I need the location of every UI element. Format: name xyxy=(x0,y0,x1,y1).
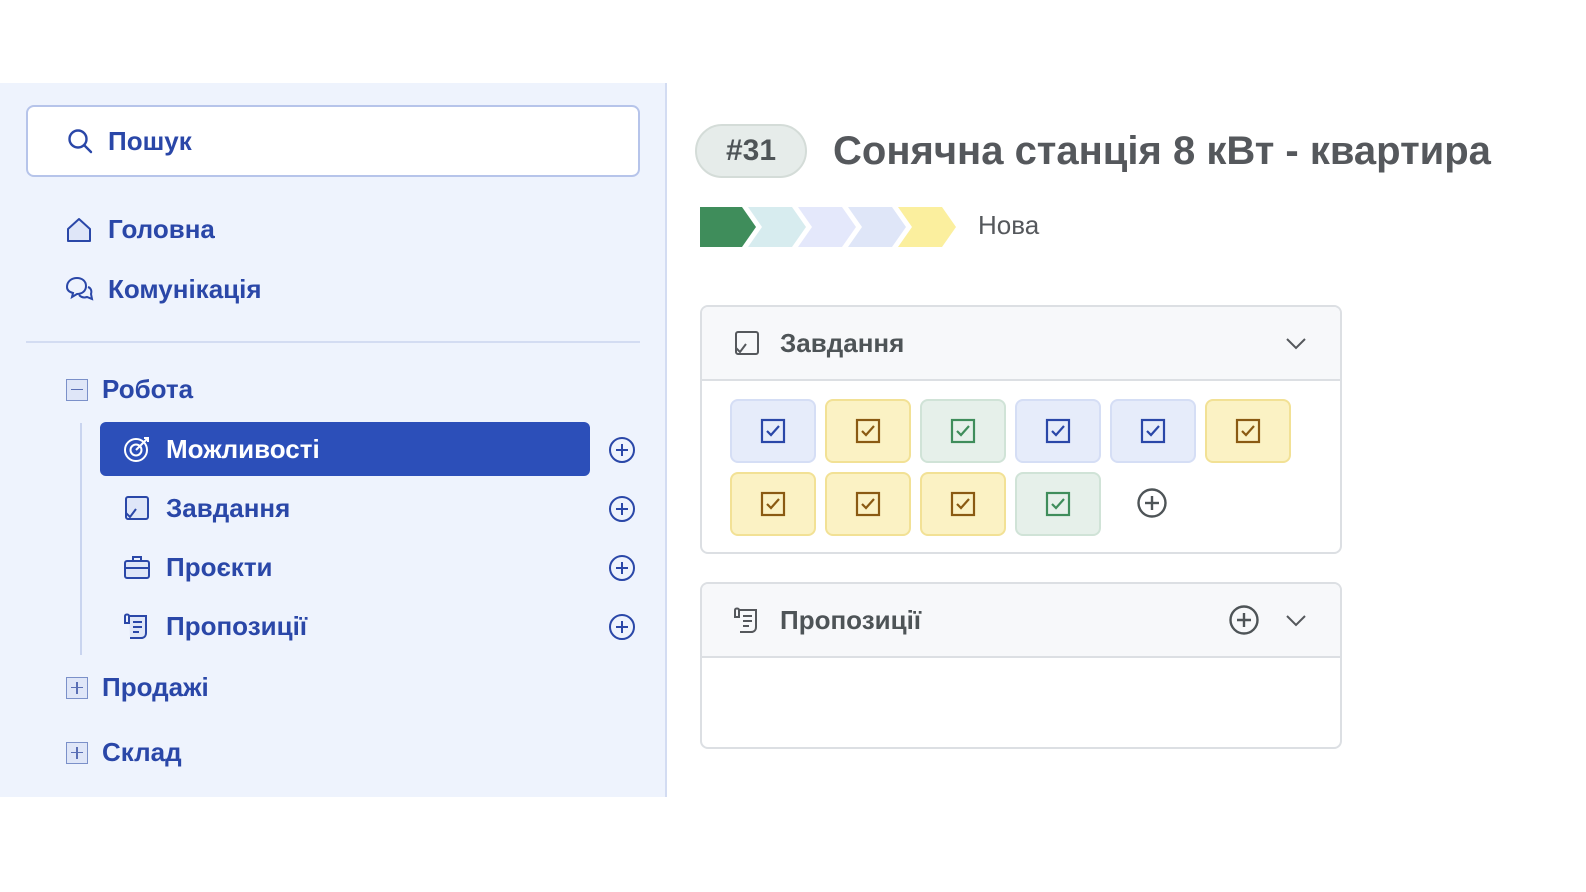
sidebar: Пошук Головна Комунікація Робота Можливо… xyxy=(0,83,667,797)
checkbox-icon xyxy=(950,418,976,444)
task-tile[interactable] xyxy=(1110,399,1196,463)
home-icon xyxy=(67,217,91,242)
pipeline-stages xyxy=(700,207,956,247)
checkbox-icon xyxy=(1045,491,1071,517)
scroll-icon xyxy=(124,613,147,639)
sidebar-item-tasks[interactable]: Завдання xyxy=(100,481,590,535)
task-tile[interactable] xyxy=(730,472,816,536)
checkbox-icon xyxy=(950,491,976,517)
sidebar-item-label: Пропозиції xyxy=(166,610,308,641)
pipeline-stage[interactable] xyxy=(898,207,956,247)
sidebar-item-label: Можливості xyxy=(166,433,320,464)
sidebar-item-opportunities[interactable]: Можливості xyxy=(100,422,590,476)
chevron-down-icon[interactable] xyxy=(1284,331,1308,355)
target-icon xyxy=(124,437,149,462)
task-tile[interactable] xyxy=(1015,399,1101,463)
sidebar-item-projects[interactable]: Проєкти xyxy=(100,540,590,594)
search-placeholder: Пошук xyxy=(108,125,192,156)
add-proposal-panel-button[interactable] xyxy=(1228,604,1260,636)
add-opportunity-button[interactable] xyxy=(608,436,636,464)
checkbox-icon xyxy=(760,418,786,444)
checkbox-icon xyxy=(1045,418,1071,444)
nav-item-home[interactable]: Головна xyxy=(64,214,215,245)
add-project-button[interactable] xyxy=(608,554,636,582)
collapse-icon xyxy=(66,378,88,401)
task-icon xyxy=(125,496,149,520)
task-tiles xyxy=(702,381,1340,552)
record-id-badge: #31 xyxy=(695,124,807,178)
sidebar-item-label: Завдання xyxy=(166,492,291,523)
tasks-panel-header[interactable]: Завдання xyxy=(702,307,1340,381)
task-tile[interactable] xyxy=(1205,399,1291,463)
sidebar-item-proposals[interactable]: Пропозиції xyxy=(100,599,590,653)
panel-title: Завдання xyxy=(780,327,905,358)
chevron-down-icon[interactable] xyxy=(1284,608,1308,632)
task-tile[interactable] xyxy=(1015,472,1101,536)
expand-icon xyxy=(66,741,88,764)
expand-icon xyxy=(66,676,88,699)
add-proposal-button[interactable] xyxy=(608,613,636,641)
add-task-button[interactable] xyxy=(608,495,636,523)
pipeline-stage[interactable] xyxy=(848,207,906,247)
chat-icon xyxy=(65,276,94,301)
nav-item-label: Комунікація xyxy=(108,274,262,304)
sidebar-item-label: Проєкти xyxy=(166,551,273,582)
checkbox-icon xyxy=(855,491,881,517)
checkbox-icon xyxy=(760,491,786,517)
search-input[interactable]: Пошук xyxy=(26,105,640,177)
checkbox-icon xyxy=(855,418,881,444)
pipeline-stage[interactable] xyxy=(748,207,806,247)
task-tile[interactable] xyxy=(825,399,911,463)
task-icon xyxy=(735,331,759,355)
search-icon xyxy=(68,129,93,154)
stage-label: Нова xyxy=(978,210,1040,240)
pipeline-stage[interactable] xyxy=(798,207,856,247)
briefcase-icon xyxy=(124,556,150,579)
task-tile[interactable] xyxy=(920,399,1006,463)
sidebar-divider xyxy=(26,341,640,343)
task-tile[interactable] xyxy=(920,472,1006,536)
checkbox-icon xyxy=(1140,418,1166,444)
proposals-panel-body xyxy=(702,658,1340,747)
group-label: Склад xyxy=(102,737,182,767)
proposals-panel-header[interactable]: Пропозиції xyxy=(702,584,1340,658)
group-warehouse[interactable]: Склад xyxy=(66,737,182,768)
task-tile[interactable] xyxy=(825,472,911,536)
group-label: Продажі xyxy=(102,672,209,702)
scroll-icon xyxy=(734,607,757,633)
checkbox-icon xyxy=(1235,418,1261,444)
task-tile[interactable] xyxy=(730,399,816,463)
page-title: Сонячна станція 8 кВт - квартира xyxy=(833,129,1491,173)
group-sales[interactable]: Продажі xyxy=(66,672,209,703)
nav-item-label: Головна xyxy=(108,214,215,244)
tasks-panel: Завдання xyxy=(700,305,1342,554)
proposals-panel: Пропозиції xyxy=(700,582,1342,749)
pipeline-stage[interactable] xyxy=(700,207,756,247)
group-label: Робота xyxy=(102,374,194,404)
group-work[interactable]: Робота xyxy=(66,374,193,405)
tree-line xyxy=(80,423,82,655)
add-task-tile-button[interactable] xyxy=(1136,487,1168,519)
nav-item-communication[interactable]: Комунікація xyxy=(64,274,262,305)
panel-title: Пропозиції xyxy=(780,604,922,635)
